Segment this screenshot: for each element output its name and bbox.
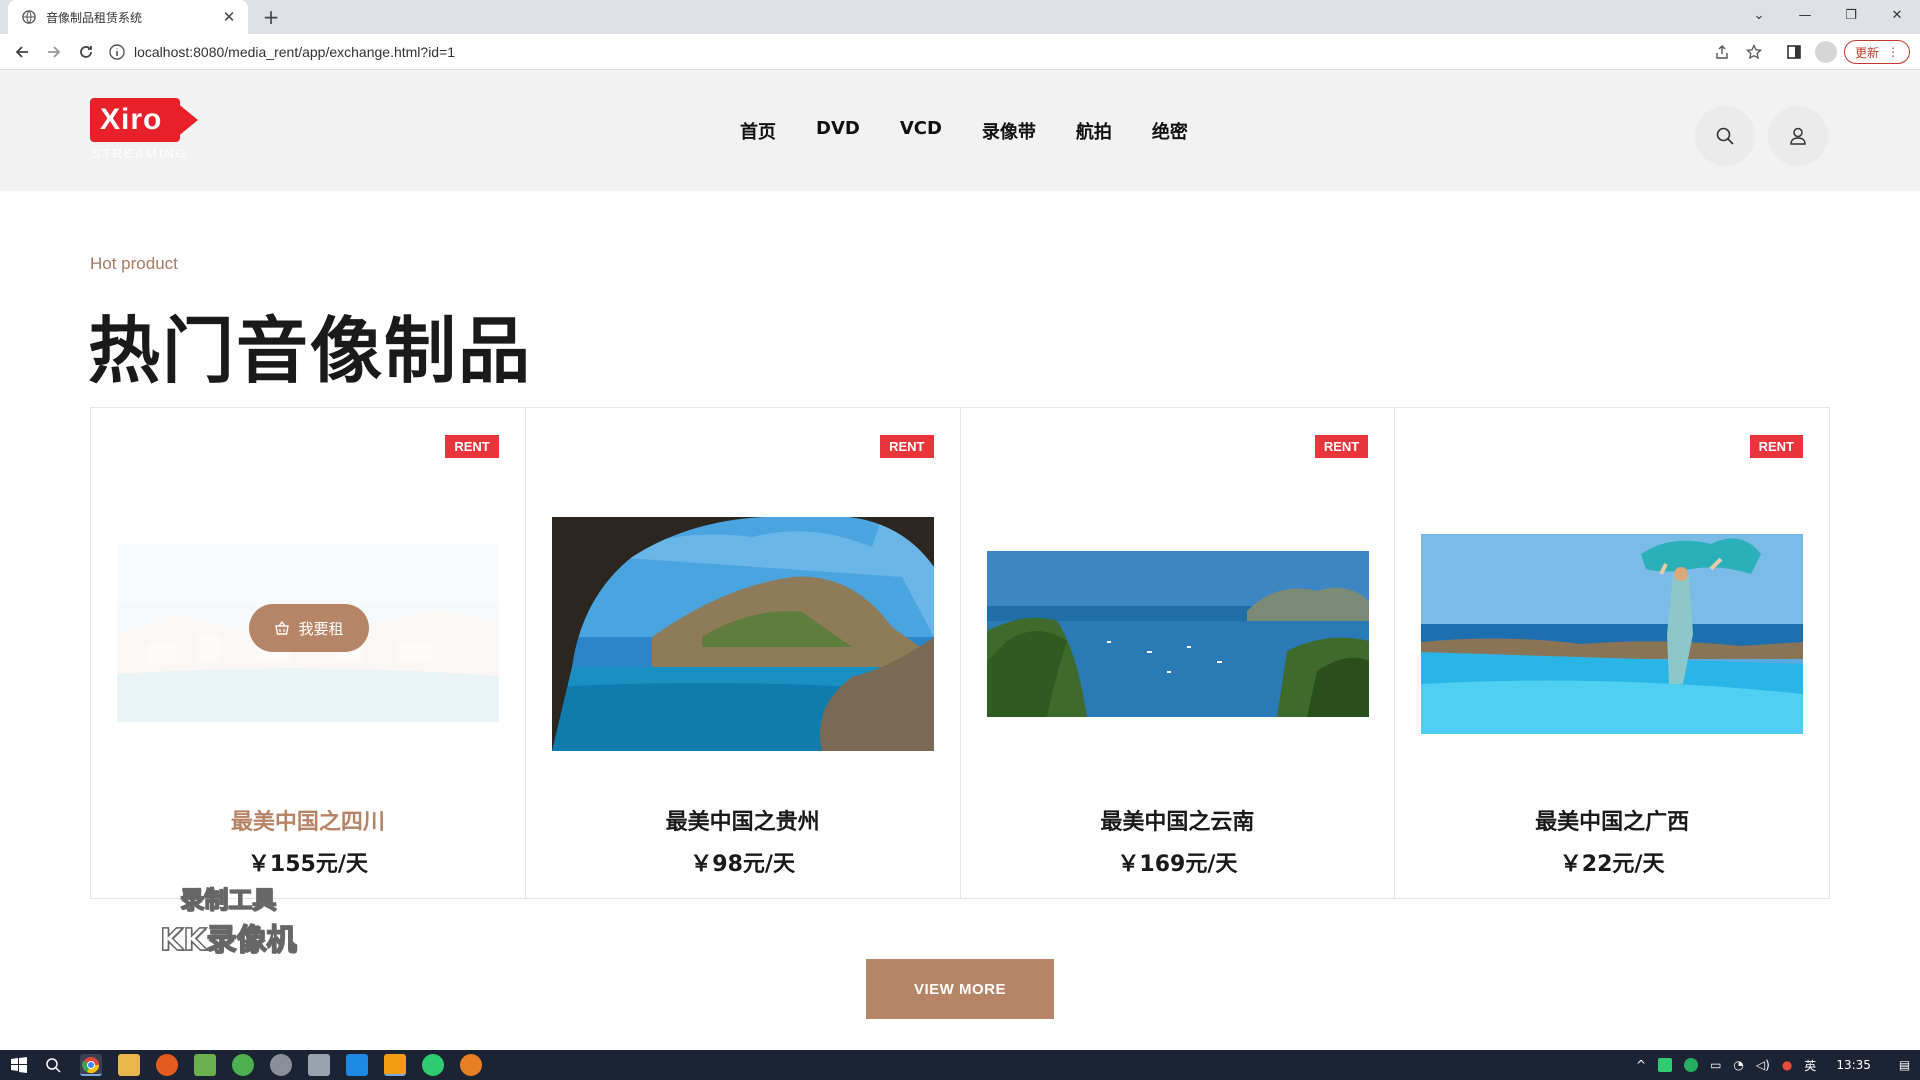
watermark-line1: 录制工具 xyxy=(180,885,277,915)
sidepanel-icon[interactable] xyxy=(1782,40,1806,64)
file-explorer-icon[interactable] xyxy=(118,1054,140,1076)
arrow-right-icon xyxy=(48,46,61,58)
logo-wordmark: Xiro xyxy=(90,98,180,142)
browser-tab[interactable]: 音像制品租赁系统 ✕ xyxy=(8,0,248,34)
share-icon[interactable] xyxy=(1710,40,1734,64)
wechat-icon[interactable] xyxy=(422,1054,444,1076)
rent-badge: RENT xyxy=(880,435,934,458)
product-title[interactable]: 最美中国之广西 xyxy=(1395,804,1829,836)
tray-network-icon[interactable]: ▭ xyxy=(1710,1058,1721,1072)
logo-tagline: STREAMING xyxy=(92,146,188,161)
product-card[interactable]: RENT 最美中国之广西 ￥22元/天 xyxy=(1395,408,1829,898)
site-header: Xiro STREAMING 首页 DVD VCD 录像带 航拍 绝密 xyxy=(0,70,1920,191)
account-button[interactable] xyxy=(1768,106,1828,166)
tab-search-icon[interactable]: ⌄ xyxy=(1736,0,1782,30)
product-card[interactable]: RENT 我要租 最美中国之四川 ￥155元/天 xyxy=(91,408,526,898)
product-title[interactable]: 最美中国之四川 xyxy=(91,804,525,836)
reload-button[interactable] xyxy=(72,38,100,66)
bookmark-star-icon[interactable] xyxy=(1742,40,1766,64)
app-icon-blue[interactable] xyxy=(346,1054,368,1076)
windows-logo-icon xyxy=(11,1057,27,1073)
product-title[interactable]: 最美中国之贵州 xyxy=(526,804,960,836)
reload-icon xyxy=(80,46,92,58)
rent-badge: RENT xyxy=(445,435,499,458)
nav-item-videotape[interactable]: 录像带 xyxy=(982,118,1036,144)
tab-title: 音像制品租赁系统 xyxy=(46,10,143,25)
back-button[interactable] xyxy=(8,38,36,66)
product-image-bay-with-boats[interactable] xyxy=(986,551,1369,717)
recorder-icon[interactable] xyxy=(460,1054,482,1076)
rent-badge: RENT xyxy=(1749,435,1803,458)
globe-icon xyxy=(22,10,36,24)
nav-item-vcd[interactable]: VCD xyxy=(900,118,942,144)
nav-item-home[interactable]: 首页 xyxy=(740,118,776,144)
start-button[interactable] xyxy=(8,1054,30,1076)
ime-indicator[interactable]: 英 xyxy=(1804,1057,1816,1074)
tray-expand-icon[interactable]: ^ xyxy=(1636,1058,1646,1072)
nav-item-secret[interactable]: 绝密 xyxy=(1152,118,1188,144)
rent-badge: RENT xyxy=(1314,435,1369,458)
tab-close-icon[interactable]: ✕ xyxy=(220,8,238,26)
arrow-left-icon xyxy=(15,46,28,58)
section-kicker: Hot product xyxy=(90,254,178,273)
app-icon-green[interactable] xyxy=(232,1054,254,1076)
system-tray: ^ ▭ ◔ ◁) ● 英 13:35 ▤ xyxy=(1636,1050,1910,1080)
notepad-icon[interactable] xyxy=(194,1054,216,1076)
product-title[interactable]: 最美中国之云南 xyxy=(961,804,1395,836)
tray-app-icon[interactable] xyxy=(1658,1058,1673,1072)
tray-wechat-icon[interactable] xyxy=(1684,1058,1699,1072)
clock[interactable]: 13:35 xyxy=(1836,1058,1871,1072)
site-logo[interactable]: Xiro STREAMING xyxy=(90,98,202,168)
app-icon-grey[interactable] xyxy=(308,1054,330,1076)
product-price: ￥22元/天 xyxy=(1559,852,1665,877)
tray-wifi-icon[interactable]: ◔ xyxy=(1733,1058,1743,1072)
chrome-taskbar-icon[interactable] xyxy=(80,1054,102,1076)
user-icon xyxy=(1790,127,1806,145)
forward-button[interactable] xyxy=(40,38,68,66)
notification-icon[interactable]: ▤ xyxy=(1899,1058,1910,1072)
product-image-infinity-pool[interactable] xyxy=(1421,534,1804,734)
settings-gear-icon[interactable] xyxy=(270,1054,292,1076)
basket-icon xyxy=(275,620,290,635)
update-label: 更新 xyxy=(1854,45,1879,60)
view-more-button[interactable]: VIEW MORE xyxy=(866,959,1054,1019)
site-info-icon[interactable] xyxy=(108,43,126,61)
more-menu-icon: ⋮ xyxy=(1887,45,1899,59)
product-card[interactable]: RENT 最美中国之云南 ￥169元/天 xyxy=(961,408,1396,898)
tray-volume-icon[interactable]: ◁) xyxy=(1756,1058,1770,1072)
rent-now-label: 我要租 xyxy=(298,619,344,638)
section-title: 热门音像制品 xyxy=(88,309,533,393)
recorder-watermark: 录制工具 KK录像机 xyxy=(159,880,297,959)
tray-mic-icon[interactable]: ● xyxy=(1782,1058,1792,1072)
browser-tab-strip: 音像制品租赁系统 ✕ + ⌄ — ❐ ✕ xyxy=(0,0,1920,34)
minimize-button[interactable]: — xyxy=(1782,0,1828,30)
rent-now-button[interactable]: 我要租 xyxy=(249,604,369,652)
close-window-button[interactable]: ✕ xyxy=(1874,0,1920,30)
nav-item-dvd[interactable]: DVD xyxy=(816,118,860,144)
product-image-sea-cave-arch[interactable] xyxy=(551,517,934,751)
main-nav: 首页 DVD VCD 录像带 航拍 绝密 xyxy=(740,118,1188,144)
search-icon xyxy=(1716,127,1734,145)
url-text: localhost:8080/media_rent/app/exchange.h… xyxy=(134,44,456,60)
product-price: ￥98元/天 xyxy=(690,852,795,877)
nav-item-aerial[interactable]: 航拍 xyxy=(1076,118,1112,144)
app-icon-idea[interactable] xyxy=(384,1054,406,1076)
windows-taskbar: ^ ▭ ◔ ◁) ● 英 13:35 ▤ xyxy=(0,1050,1920,1080)
product-price: ￥155元/天 xyxy=(247,852,368,877)
product-price: ￥169元/天 xyxy=(1117,852,1238,877)
new-tab-button[interactable]: + xyxy=(258,4,284,30)
restore-button[interactable]: ❐ xyxy=(1828,0,1874,30)
update-button[interactable]: 更新 ⋮ xyxy=(1844,40,1910,64)
search-button[interactable] xyxy=(1695,106,1755,166)
watermark-line2: KK录像机 xyxy=(159,922,297,959)
address-bar[interactable]: localhost:8080/media_rent/app/exchange.h… xyxy=(108,39,1708,65)
app-icon-orange[interactable] xyxy=(156,1054,178,1076)
profile-avatar[interactable] xyxy=(1815,41,1837,63)
taskbar-search-icon[interactable] xyxy=(42,1054,64,1076)
product-grid: RENT 我要租 最美中国之四川 ￥155元/天 RENT 最美中国之贵州 ￥9… xyxy=(90,407,1830,899)
browser-toolbar: localhost:8080/media_rent/app/exchange.h… xyxy=(0,34,1920,70)
product-card[interactable]: RENT 最美中国之贵州 ￥98元/天 xyxy=(526,408,961,898)
